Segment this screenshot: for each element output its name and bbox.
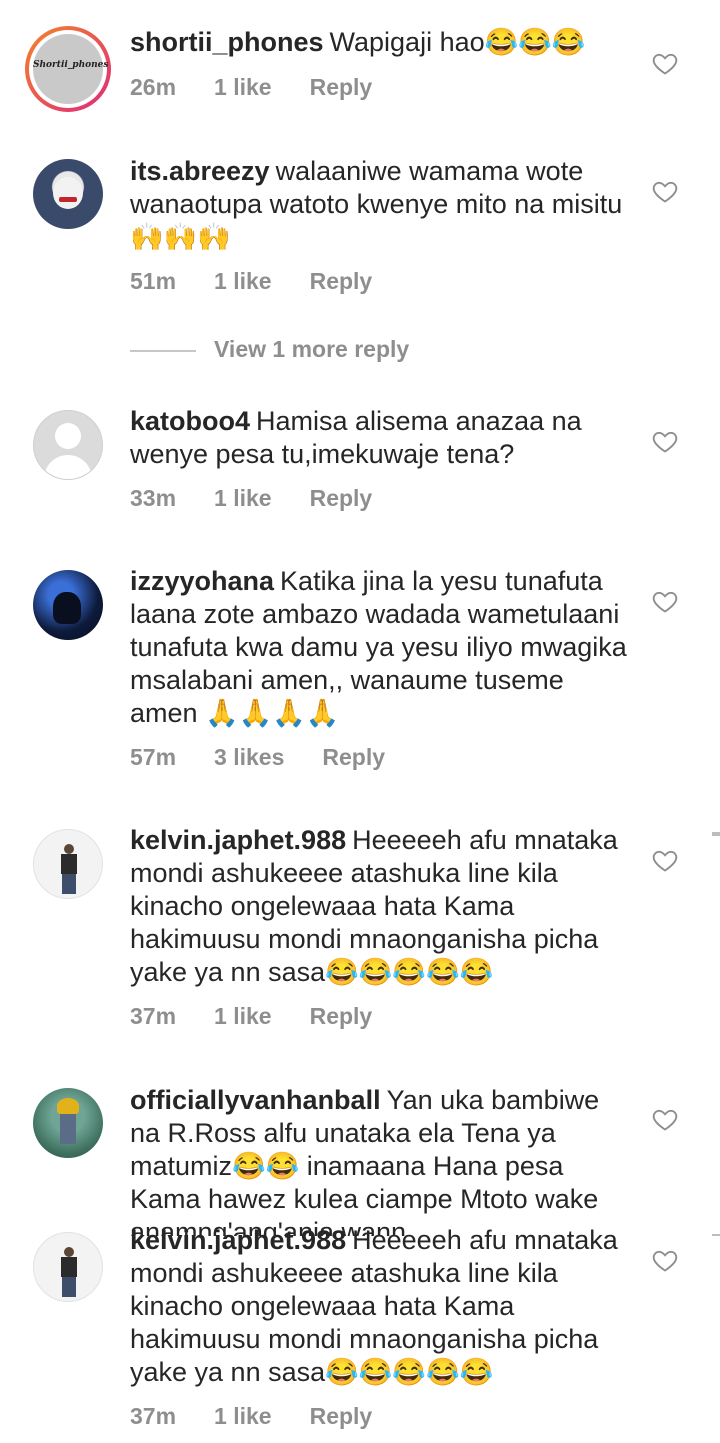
heart-outline-icon[interactable] — [651, 587, 679, 615]
reply-button[interactable]: Reply — [322, 744, 385, 771]
comment-username[interactable]: kelvin.japhet.988 — [130, 1225, 346, 1255]
view-more-replies-label: View 1 more reply — [214, 336, 410, 362]
comment-item: officiallyvanhanball Yan uka bambiwe na R… — [0, 1060, 720, 1236]
comment-username[interactable]: katoboo4 — [130, 406, 250, 436]
avatar: Shortii_phones — [33, 34, 109, 104]
divider-line — [130, 349, 196, 352]
comment-username[interactable]: izzyyohana — [130, 566, 274, 596]
comment-likes[interactable]: 1 like — [214, 1403, 272, 1430]
comment-time: 37m — [130, 1403, 177, 1429]
reply-button[interactable]: Reply — [310, 1403, 373, 1430]
comment-time: 26m — [130, 74, 177, 100]
comment-likes[interactable]: 1 like — [214, 1003, 272, 1030]
comment-text: Wapigaji hao😂😂😂 — [329, 27, 586, 57]
comment-username[interactable]: kelvin.japhet.988 — [130, 825, 346, 855]
comment-time: 57m — [130, 744, 177, 770]
scroll-indicator — [712, 832, 720, 836]
view-more-replies-button[interactable]: View 1 more reply — [130, 336, 409, 363]
heart-outline-icon[interactable] — [651, 177, 679, 205]
scroll-indicator — [712, 1234, 720, 1236]
avatar[interactable] — [33, 829, 103, 899]
comment-likes[interactable]: 1 like — [214, 485, 272, 512]
comment-likes[interactable]: 1 like — [214, 74, 272, 101]
avatar-text: Shortii_phones — [33, 60, 109, 70]
avatar[interactable] — [33, 159, 103, 229]
heart-outline-icon[interactable] — [651, 427, 679, 455]
reply-button[interactable]: Reply — [310, 268, 373, 295]
comment-likes[interactable]: 1 like — [214, 268, 272, 295]
heart-outline-icon[interactable] — [651, 1105, 679, 1133]
heart-outline-icon[interactable] — [651, 846, 679, 874]
avatar[interactable] — [33, 570, 103, 640]
reply-button[interactable]: Reply — [310, 1003, 373, 1030]
comment-username[interactable]: shortii_phones — [130, 27, 324, 57]
reply-button[interactable]: Reply — [310, 485, 373, 512]
comment-time: 33m — [130, 485, 177, 511]
heart-outline-icon[interactable] — [651, 49, 679, 77]
comment-username[interactable]: its.abreezy — [130, 156, 270, 186]
comment-likes[interactable]: 3 likes — [214, 744, 284, 771]
avatar[interactable] — [33, 410, 103, 480]
avatar-story-ring[interactable]: Shortii_phones — [25, 26, 111, 112]
avatar[interactable] — [33, 1088, 103, 1158]
avatar[interactable] — [33, 1232, 103, 1302]
comment-time: 37m — [130, 1003, 177, 1029]
comment-username[interactable]: officiallyvanhanball — [130, 1085, 381, 1115]
reply-button[interactable]: Reply — [310, 74, 373, 101]
heart-outline-icon[interactable] — [651, 1246, 679, 1274]
comment-time: 51m — [130, 268, 177, 294]
